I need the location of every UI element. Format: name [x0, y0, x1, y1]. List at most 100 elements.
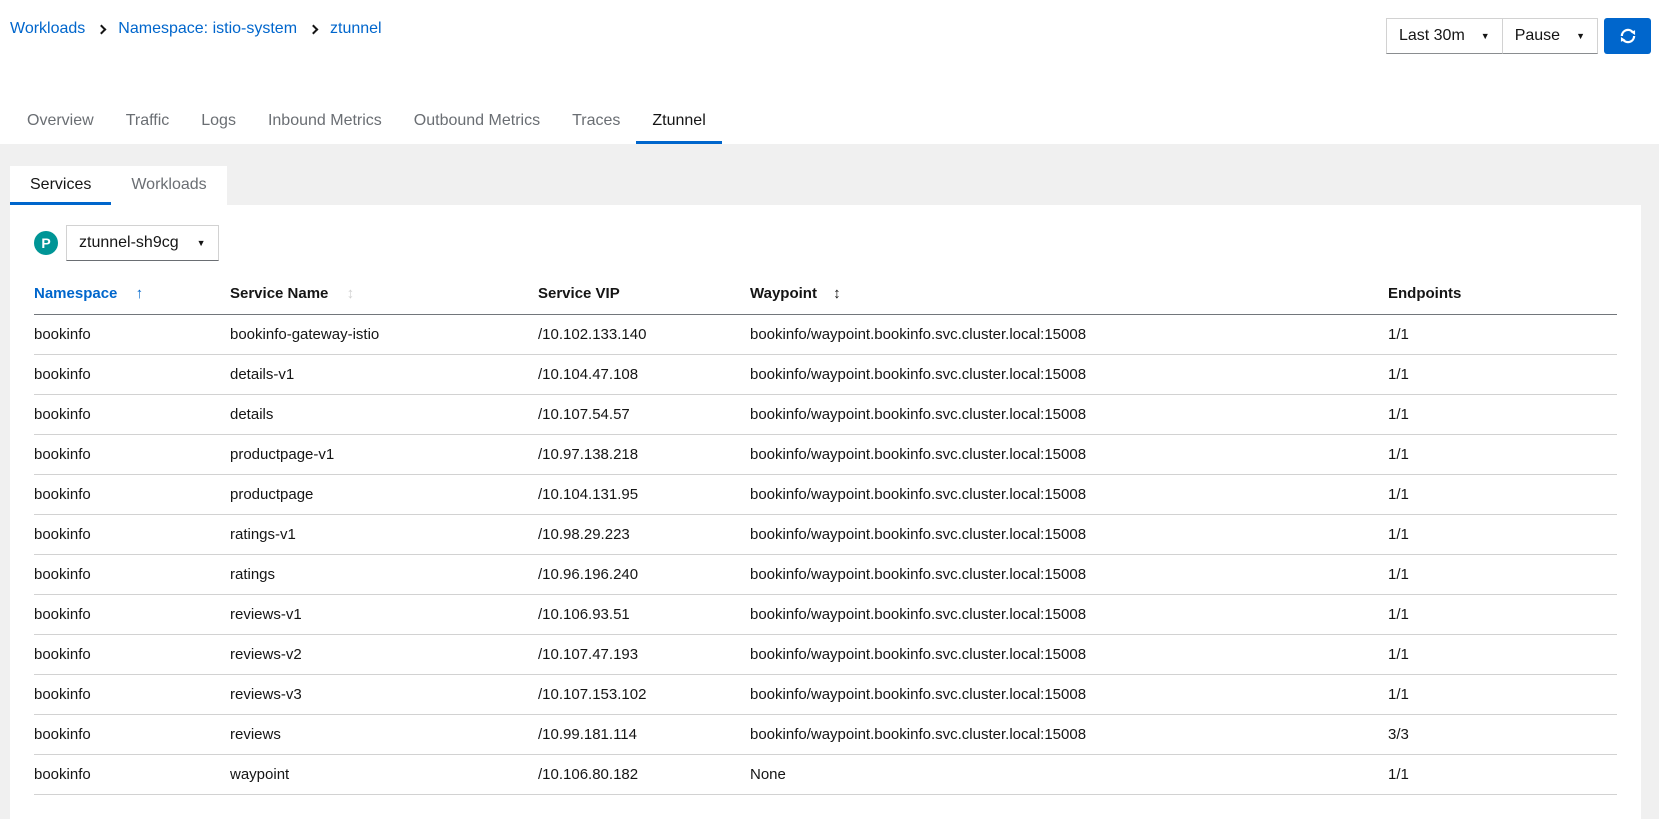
table-row: bookinfo productpage-v1 /10.97.138.218 b… — [34, 435, 1617, 475]
table-body: bookinfo bookinfo-gateway-istio /10.102.… — [34, 315, 1617, 795]
cell-waypoint: None — [750, 755, 1388, 795]
cell-namespace: bookinfo — [34, 475, 230, 515]
cell-service-vip: /10.102.133.140 — [538, 315, 750, 355]
cell-service-name: details-v1 — [230, 355, 538, 395]
cell-namespace: bookinfo — [34, 355, 230, 395]
cell-service-vip: /10.107.153.102 — [538, 675, 750, 715]
breadcrumb-link-ztunnel[interactable]: ztunnel — [330, 20, 382, 38]
sort-ascending-icon[interactable]: ↑ — [136, 285, 144, 302]
cell-service-vip: /10.107.47.193 — [538, 635, 750, 675]
cell-waypoint: bookinfo/waypoint.bookinfo.svc.cluster.l… — [750, 555, 1388, 595]
column-label: Waypoint — [750, 285, 817, 302]
cell-waypoint: bookinfo/waypoint.bookinfo.svc.cluster.l… — [750, 355, 1388, 395]
cell-service-vip: /10.106.80.182 — [538, 755, 750, 795]
table-row: bookinfo productpage /10.104.131.95 book… — [34, 475, 1617, 515]
table-row: bookinfo details /10.107.54.57 bookinfo/… — [34, 395, 1617, 435]
caret-down-icon: ▼ — [1576, 32, 1585, 41]
caret-down-icon: ▼ — [197, 239, 206, 248]
cell-service-vip: /10.104.47.108 — [538, 355, 750, 395]
cell-endpoints: 1/1 — [1388, 555, 1617, 595]
tab-outbound-metrics[interactable]: Outbound Metrics — [398, 100, 556, 144]
chevron-right-icon — [309, 24, 319, 34]
cell-endpoints: 1/1 — [1388, 475, 1617, 515]
time-range-dropdown[interactable]: Last 30m ▼ — [1386, 18, 1503, 54]
cell-namespace: bookinfo — [34, 435, 230, 475]
tab-overview[interactable]: Overview — [11, 100, 110, 144]
cell-service-name: reviews — [230, 715, 538, 755]
cell-waypoint: bookinfo/waypoint.bookinfo.svc.cluster.l… — [750, 675, 1388, 715]
sort-icon[interactable]: ↕ — [347, 285, 355, 302]
cell-waypoint: bookinfo/waypoint.bookinfo.svc.cluster.l… — [750, 435, 1388, 475]
column-header-namespace[interactable]: Namespace ↑ — [34, 277, 230, 315]
page-header: Workloads Namespace: istio-system ztunne… — [0, 0, 1659, 144]
table-row: bookinfo ratings-v1 /10.98.29.223 bookin… — [34, 515, 1617, 555]
cell-service-name: ratings — [230, 555, 538, 595]
cell-service-vip: /10.99.181.114 — [538, 715, 750, 755]
tab-logs[interactable]: Logs — [185, 100, 252, 144]
cell-service-name: productpage — [230, 475, 538, 515]
column-header-waypoint[interactable]: Waypoint ↕ — [750, 277, 1388, 315]
cell-service-name: details — [230, 395, 538, 435]
subtab-workloads[interactable]: Workloads — [111, 166, 226, 205]
cell-endpoints: 1/1 — [1388, 395, 1617, 435]
cell-waypoint: bookinfo/waypoint.bookinfo.svc.cluster.l… — [750, 715, 1388, 755]
tab-traces[interactable]: Traces — [556, 100, 636, 144]
pod-badge: P — [34, 231, 58, 255]
ztunnel-subtabs: Services Workloads — [10, 166, 227, 205]
cell-waypoint: bookinfo/waypoint.bookinfo.svc.cluster.l… — [750, 515, 1388, 555]
cell-endpoints: 1/1 — [1388, 675, 1617, 715]
cell-waypoint: bookinfo/waypoint.bookinfo.svc.cluster.l… — [750, 595, 1388, 635]
services-card: P ztunnel-sh9cg ▼ Namespace ↑ Service Na… — [10, 205, 1641, 819]
cell-waypoint: bookinfo/waypoint.bookinfo.svc.cluster.l… — [750, 395, 1388, 435]
caret-down-icon: ▼ — [1481, 32, 1490, 41]
cell-endpoints: 1/1 — [1388, 315, 1617, 355]
tab-ztunnel[interactable]: Ztunnel — [636, 100, 721, 144]
table-row: bookinfo bookinfo-gateway-istio /10.102.… — [34, 315, 1617, 355]
cell-endpoints: 1/1 — [1388, 515, 1617, 555]
cell-endpoints: 1/1 — [1388, 435, 1617, 475]
breadcrumb: Workloads Namespace: istio-system ztunne… — [10, 18, 382, 38]
table-row: bookinfo details-v1 /10.104.47.108 booki… — [34, 355, 1617, 395]
cell-endpoints: 1/1 — [1388, 755, 1617, 795]
cell-endpoints: 1/1 — [1388, 595, 1617, 635]
cell-service-vip: /10.97.138.218 — [538, 435, 750, 475]
table-header-row: Namespace ↑ Service Name ↕ Service VIP W… — [34, 277, 1617, 315]
pod-dropdown[interactable]: ztunnel-sh9cg ▼ — [66, 225, 219, 261]
cell-namespace: bookinfo — [34, 635, 230, 675]
cell-namespace: bookinfo — [34, 755, 230, 795]
table-row: bookinfo ratings /10.96.196.240 bookinfo… — [34, 555, 1617, 595]
cell-namespace: bookinfo — [34, 555, 230, 595]
cell-service-name: reviews-v2 — [230, 635, 538, 675]
cell-namespace: bookinfo — [34, 595, 230, 635]
workload-tabs: Overview Traffic Logs Inbound Metrics Ou… — [0, 100, 1659, 144]
tab-inbound-metrics[interactable]: Inbound Metrics — [252, 100, 398, 144]
cell-namespace: bookinfo — [34, 515, 230, 555]
ztunnel-content: Services Workloads P ztunnel-sh9cg ▼ Nam… — [0, 144, 1659, 819]
cell-service-vip: /10.106.93.51 — [538, 595, 750, 635]
refresh-icon — [1619, 27, 1637, 45]
cell-service-vip: /10.107.54.57 — [538, 395, 750, 435]
ztunnel-services-table: Namespace ↑ Service Name ↕ Service VIP W… — [34, 277, 1617, 795]
table-row: bookinfo reviews-v2 /10.107.47.193 booki… — [34, 635, 1617, 675]
cell-service-name: waypoint — [230, 755, 538, 795]
cell-endpoints: 3/3 — [1388, 715, 1617, 755]
cell-service-vip: /10.96.196.240 — [538, 555, 750, 595]
table-row: bookinfo waypoint /10.106.80.182 None 1/… — [34, 755, 1617, 795]
table-row: bookinfo reviews-v1 /10.106.93.51 bookin… — [34, 595, 1617, 635]
column-header-service-vip: Service VIP — [538, 277, 750, 315]
cell-service-name: productpage-v1 — [230, 435, 538, 475]
column-label: Service VIP — [538, 285, 620, 302]
refresh-interval-dropdown[interactable]: Pause ▼ — [1502, 18, 1598, 54]
sort-icon[interactable]: ↕ — [833, 285, 841, 302]
column-header-service-name[interactable]: Service Name ↕ — [230, 277, 538, 315]
refresh-button[interactable] — [1604, 18, 1651, 54]
time-range-value: Last 30m — [1399, 27, 1465, 45]
cell-service-vip: /10.104.131.95 — [538, 475, 750, 515]
breadcrumb-link-workloads[interactable]: Workloads — [10, 20, 85, 38]
subtab-services[interactable]: Services — [10, 166, 111, 205]
cell-namespace: bookinfo — [34, 315, 230, 355]
tab-traffic[interactable]: Traffic — [110, 100, 186, 144]
breadcrumb-link-namespace[interactable]: Namespace: istio-system — [118, 20, 297, 38]
cell-service-vip: /10.98.29.223 — [538, 515, 750, 555]
cell-service-name: bookinfo-gateway-istio — [230, 315, 538, 355]
